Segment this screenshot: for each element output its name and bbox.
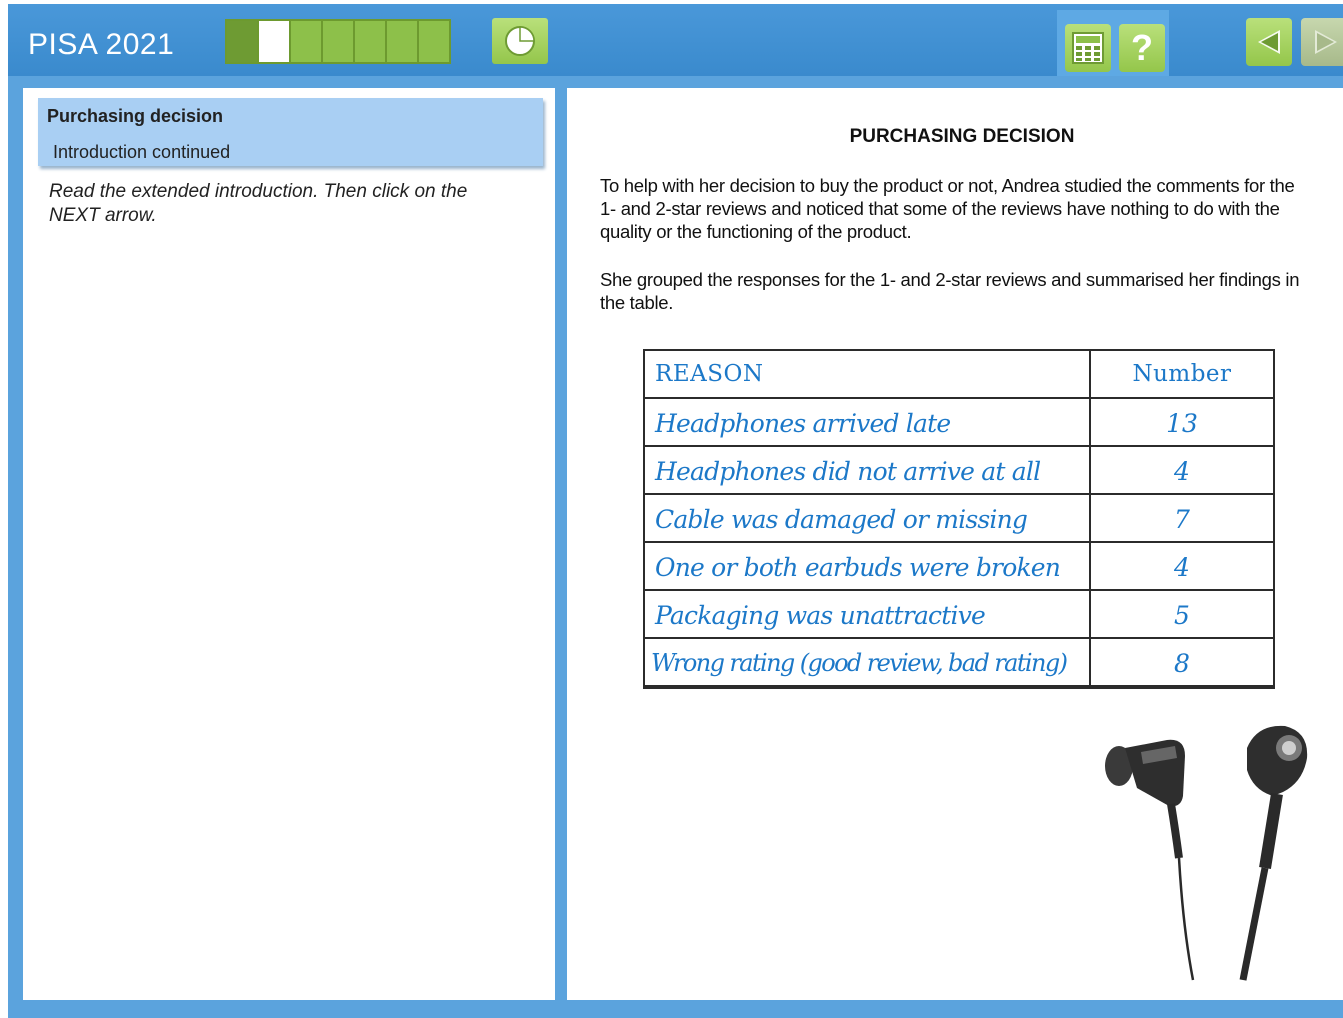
row-reason: Cable was damaged or missing <box>655 505 1028 534</box>
row-number: 4 <box>1174 553 1190 582</box>
header-number: Number <box>1132 361 1232 387</box>
table-row: Headphones did not arrive at all 4 <box>645 447 1273 495</box>
stimulus-panel: PURCHASING DECISION To help with her dec… <box>567 88 1343 1000</box>
timer-button[interactable] <box>492 18 548 64</box>
row-reason: Headphones arrived late <box>655 409 951 438</box>
progress-segment <box>355 21 385 62</box>
progress-segment <box>323 21 353 62</box>
row-reason: One or both earbuds were broken <box>655 553 1061 582</box>
paragraph-summary: She grouped the responses for the 1- and… <box>600 269 1300 313</box>
unit-title: Purchasing decision <box>47 106 224 126</box>
table-column-divider <box>1089 351 1091 687</box>
progress-segment <box>291 21 321 62</box>
timer-icon <box>505 26 535 56</box>
progress-segment <box>387 21 417 62</box>
back-arrow-icon <box>1258 30 1280 54</box>
row-reason: Packaging was unattractive <box>655 601 986 630</box>
unit-header: Purchasing decision Introduction continu… <box>38 98 543 166</box>
row-reason: Headphones did not arrive at all <box>655 457 1041 486</box>
instructions-panel: Purchasing decision Introduction continu… <box>23 88 555 1000</box>
row-number: 7 <box>1174 505 1190 534</box>
left-earbud-icon <box>1105 739 1195 981</box>
table-row: Cable was damaged or missing 7 <box>645 495 1273 543</box>
help-button[interactable]: ? <box>1119 24 1165 72</box>
app-title: PISA 2021 <box>28 28 175 61</box>
right-earbud-icon <box>1239 725 1308 981</box>
calculator-icon <box>1072 32 1104 64</box>
unit-subtitle: Introduction continued <box>53 142 231 162</box>
table-row: Wrong rating (good review, bad rating) 8 <box>645 639 1273 687</box>
next-arrow-icon <box>1315 30 1337 54</box>
back-button[interactable] <box>1246 18 1292 66</box>
row-reason: Wrong rating (good review, bad rating) <box>651 649 1068 677</box>
progress-bar <box>225 19 451 64</box>
row-number: 5 <box>1174 601 1190 630</box>
header-reason: REASON <box>655 361 764 387</box>
instruction-text: Read the extended introduction. Then cli… <box>49 181 468 226</box>
next-button[interactable] <box>1301 18 1343 66</box>
progress-segment-current <box>259 21 289 62</box>
help-icon: ? <box>1131 27 1153 68</box>
calculator-button[interactable] <box>1065 24 1111 72</box>
progress-segment <box>419 21 449 62</box>
table-row: Headphones arrived late 13 <box>645 399 1273 447</box>
table-header-row: REASON Number <box>645 351 1273 399</box>
table-row: One or both earbuds were broken 4 <box>645 543 1273 591</box>
row-number: 4 <box>1174 457 1190 486</box>
reasons-table: REASON Number Headphones arrived late 13… <box>643 349 1275 689</box>
row-number: 8 <box>1174 649 1190 678</box>
top-bar: PISA 2021 ? <box>8 4 1343 76</box>
table-row: Packaging was unattractive 5 <box>645 591 1273 639</box>
paragraph-intro: To help with her decision to buy the pro… <box>600 175 1295 242</box>
document-title: PURCHASING DECISION <box>849 126 1075 147</box>
progress-segment <box>227 21 257 62</box>
row-number: 13 <box>1166 409 1198 438</box>
earbuds-illustration <box>1105 725 1308 981</box>
tools-group: ? <box>1057 10 1169 76</box>
